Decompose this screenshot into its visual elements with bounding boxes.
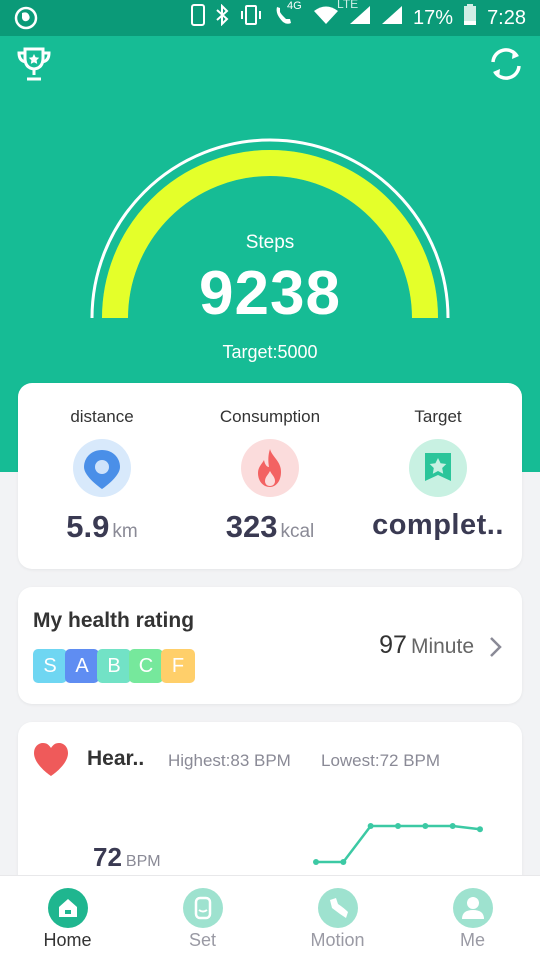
grade-f: F [161,649,195,683]
target-status: complet.. [372,509,504,541]
sparkline-point [367,823,374,829]
nav-home[interactable]: Home [0,876,135,960]
target-star-badge-icon [409,439,467,497]
person-icon [452,888,493,928]
sparkline-point [422,823,429,829]
stat-consumption[interactable]: Consumption 323 kcal [186,383,354,569]
bluetooth-icon [215,3,229,32]
firefox-icon [14,6,38,35]
grade-b: B [97,649,131,683]
sparkline-point [449,823,456,829]
steps-target: Target:5000 [222,342,318,362]
heart-icon [32,742,70,778]
clock: 7:28 [487,6,526,29]
stat-value: complet.. [354,509,522,542]
sparkline-path [316,824,481,864]
stat-label: distance [70,407,134,426]
health-rating-title: My health rating [33,609,195,632]
nav-set[interactable]: Set [135,876,270,960]
stat-distance[interactable]: distance 5.9 km [18,383,186,569]
chevron-right-icon[interactable] [488,635,504,659]
health-minutes: 97 [379,631,407,659]
network-type-label: 4G [287,0,302,12]
consumption-value: 323 [225,509,278,544]
distance-value: 5.9 [66,509,110,544]
stat-label: Consumption [219,407,321,426]
consumption-unit: kcal [280,521,315,542]
distance-unit: km [112,521,138,542]
location-pin-icon [73,439,131,497]
health-rating-value: 97 Minute [379,631,474,660]
daily-stats-card: distance 5.9 km Consumption 323 kcal Targe… [18,383,522,569]
stat-label: Target [414,407,462,426]
grade-s: S [33,649,67,683]
steps-count: 9238 [199,259,341,328]
heart-bpm-value: 72 [93,842,122,872]
heart-rate-title: Hear.. [87,747,145,770]
wifi-icon [313,5,339,31]
health-grade-scale: S A B C F [33,649,195,683]
volte-call-icon: 4G [273,0,302,32]
heart-rate-sparkline [313,823,483,865]
sparkline-point [477,826,483,833]
flame-icon [241,439,299,497]
nav-label: Me [459,930,485,950]
sparkline-point [395,823,401,829]
nav-label: Home [43,930,92,950]
sync-icon[interactable] [486,44,526,84]
lte-label: LTE [337,0,359,11]
health-rating-card[interactable]: My health rating S A B C F 97 Minute [18,587,522,704]
signal-icon [381,5,403,31]
trophy-icon[interactable] [14,44,54,84]
bottom-navigation: Home Set Motion Me [0,875,540,960]
grade-a: A [65,649,99,683]
heart-lowest: Lowest:72 BPM [321,751,441,770]
battery-percent: 17% [413,6,454,29]
nav-motion[interactable]: Motion [270,876,405,960]
vibrate-icon [239,4,263,32]
battery-icon [463,4,477,32]
heart-bpm-unit: BPM [125,853,161,870]
nav-label: Set [188,930,217,950]
watch-icon [182,888,223,928]
heart-rate-value: 72 BPM [93,842,161,873]
nav-label: Motion [310,930,365,950]
shoe-icon [317,888,358,928]
signal-lte-icon: LTE [337,0,371,31]
phone-icon [191,4,206,32]
sparkline-point [340,859,347,865]
steps-label: Steps [245,232,295,253]
status-bar: 4G LTE 17% 7:28 [0,0,540,36]
stat-target[interactable]: Target complet.. [354,383,522,569]
sparkline-point [313,859,319,865]
heart-highest: Highest:83 BPM [168,751,291,770]
stat-value: 323 kcal [186,509,354,545]
stat-value: 5.9 km [18,509,186,545]
nav-me[interactable]: Me [405,876,540,960]
grade-c: C [129,649,163,683]
health-minutes-unit: Minute [410,635,474,658]
home-icon [47,888,88,928]
